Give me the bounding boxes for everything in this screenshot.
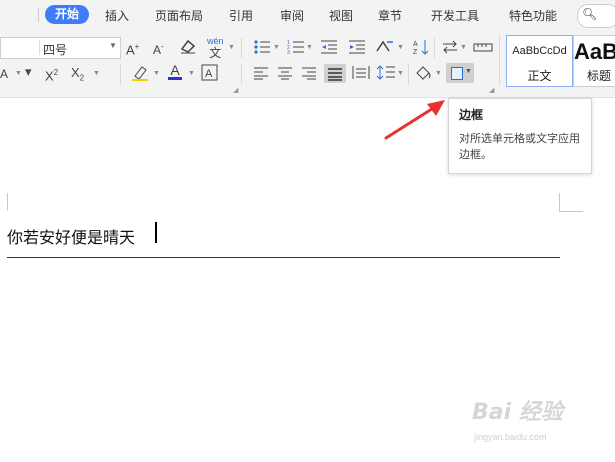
chinese-layout-icon[interactable] <box>375 39 395 59</box>
chevron-down-icon: ▼ <box>109 41 117 50</box>
font-group-launcher-icon[interactable]: ◢ <box>233 86 238 94</box>
tab-special-features[interactable]: 特色功能 <box>509 7 557 24</box>
search-box[interactable]: 🔍︎ <box>577 4 615 28</box>
ruler-icon[interactable] <box>473 39 493 59</box>
character-border-icon[interactable]: A <box>201 64 219 85</box>
align-right-icon[interactable] <box>301 66 317 84</box>
dropdown-arrow-icon[interactable]: ▾ <box>25 64 32 80</box>
subscript-icon[interactable]: X2 <box>71 65 84 87</box>
tab-view[interactable]: 视图 <box>329 7 353 24</box>
tab-start[interactable]: 开始 <box>45 5 89 24</box>
tab-insert[interactable]: 插入 <box>105 7 129 24</box>
decrease-indent-icon[interactable] <box>320 39 338 59</box>
justify-button[interactable] <box>324 64 346 83</box>
style-heading[interactable]: AaB 标题 <box>573 35 615 87</box>
style-heading-label: 标题 <box>587 69 612 83</box>
watermark-logo: Bai 经验 jingyan.baidu.com <box>462 388 612 458</box>
tab-developer[interactable]: 开发工具 <box>431 7 479 24</box>
svg-text:Z: Z <box>413 49 418 56</box>
chevron-down-icon: ▼ <box>188 70 195 77</box>
chevron-down-icon: ▼ <box>397 70 404 77</box>
divider <box>434 38 435 58</box>
watermark-text: Bai 经验 <box>472 400 563 425</box>
tab-review[interactable]: 审阅 <box>280 7 304 24</box>
tooltip-description: 对所选单元格或文字应用边框。 <box>459 133 580 161</box>
font-select-divider <box>39 40 40 55</box>
style-normal-sample: AaBbCcDd <box>512 45 567 57</box>
tab-page-layout[interactable]: 页面布局 <box>155 7 203 24</box>
font-size-value: 四号 <box>43 43 68 57</box>
chevron-down-icon: ▼ <box>465 68 472 75</box>
border-icon <box>451 67 463 80</box>
bullet-list-icon[interactable] <box>253 39 271 59</box>
chevron-down-icon: ▼ <box>435 70 442 77</box>
shading-icon[interactable] <box>414 64 432 85</box>
font-size-select[interactable]: 四号 ▼ <box>0 37 121 59</box>
style-normal-label: 正文 <box>527 69 552 83</box>
tab-chapter[interactable]: 章节 <box>378 7 402 24</box>
search-icon: 🔍︎ <box>582 7 598 21</box>
sort-icon[interactable]: AZ <box>412 38 430 60</box>
svg-text:A: A <box>413 41 418 48</box>
chevron-down-icon: ▼ <box>93 70 100 77</box>
divider <box>120 64 121 84</box>
watermark-url: jingyan.baidu.com <box>474 432 547 442</box>
text-cursor <box>155 222 157 243</box>
crop-mark <box>559 193 560 211</box>
highlight-icon[interactable] <box>131 64 149 86</box>
increase-indent-icon[interactable] <box>348 39 366 59</box>
chevron-down-icon: ▼ <box>397 44 404 51</box>
chevron-down-icon: ▼ <box>228 44 235 51</box>
paragraph-bottom-border <box>7 257 560 258</box>
divider <box>408 64 409 84</box>
divider <box>241 64 242 84</box>
style-normal[interactable]: AaBbCcDd 正文 <box>506 35 573 87</box>
paragraph-group-launcher-icon[interactable]: ◢ <box>489 86 494 94</box>
style-heading-sample: AaB <box>574 39 615 64</box>
divider <box>499 36 500 84</box>
align-left-icon[interactable] <box>253 66 269 84</box>
phonetic-guide-icon[interactable]: wén 文 <box>207 33 224 61</box>
distributed-align-icon[interactable] <box>352 65 370 84</box>
text-direction-icon[interactable] <box>441 39 459 59</box>
line-spacing-icon[interactable] <box>376 64 396 85</box>
align-center-icon[interactable] <box>277 66 293 84</box>
superscript-icon[interactable]: X2 <box>45 65 58 84</box>
chevron-down-icon: ▼ <box>15 70 22 77</box>
menu-divider <box>38 8 39 22</box>
font-color-icon[interactable]: A <box>168 63 182 80</box>
crop-mark <box>559 211 583 212</box>
chevron-down-icon: ▼ <box>460 44 467 51</box>
svg-text:3: 3 <box>287 50 290 55</box>
chevron-down-icon: ▼ <box>153 70 160 77</box>
svg-text:A: A <box>205 68 213 80</box>
grow-font-icon[interactable]: A+ <box>126 39 139 58</box>
crop-mark <box>7 193 8 211</box>
shrink-font-icon[interactable]: A- <box>153 39 164 58</box>
strikethrough-icon[interactable]: A <box>0 66 8 82</box>
tooltip: 边框 对所选单元格或文字应用边框。 <box>448 98 592 174</box>
document-text[interactable]: 你若安好便是晴天 <box>7 224 135 248</box>
chevron-down-icon: ▼ <box>306 44 313 51</box>
numbered-list-icon[interactable]: 123 <box>287 39 305 59</box>
clear-format-icon[interactable] <box>179 38 197 58</box>
border-button[interactable]: ▼ <box>446 63 474 83</box>
tab-references[interactable]: 引用 <box>229 7 253 24</box>
annotation-arrow-icon <box>384 100 445 140</box>
divider <box>241 38 242 58</box>
tooltip-title: 边框 <box>459 108 484 122</box>
menu-bar: 开始 插入 页面布局 引用 审阅 视图 章节 开发工具 特色功能 🔍︎ <box>0 0 615 31</box>
justify-icon <box>328 68 342 81</box>
chevron-down-icon: ▼ <box>273 44 280 51</box>
